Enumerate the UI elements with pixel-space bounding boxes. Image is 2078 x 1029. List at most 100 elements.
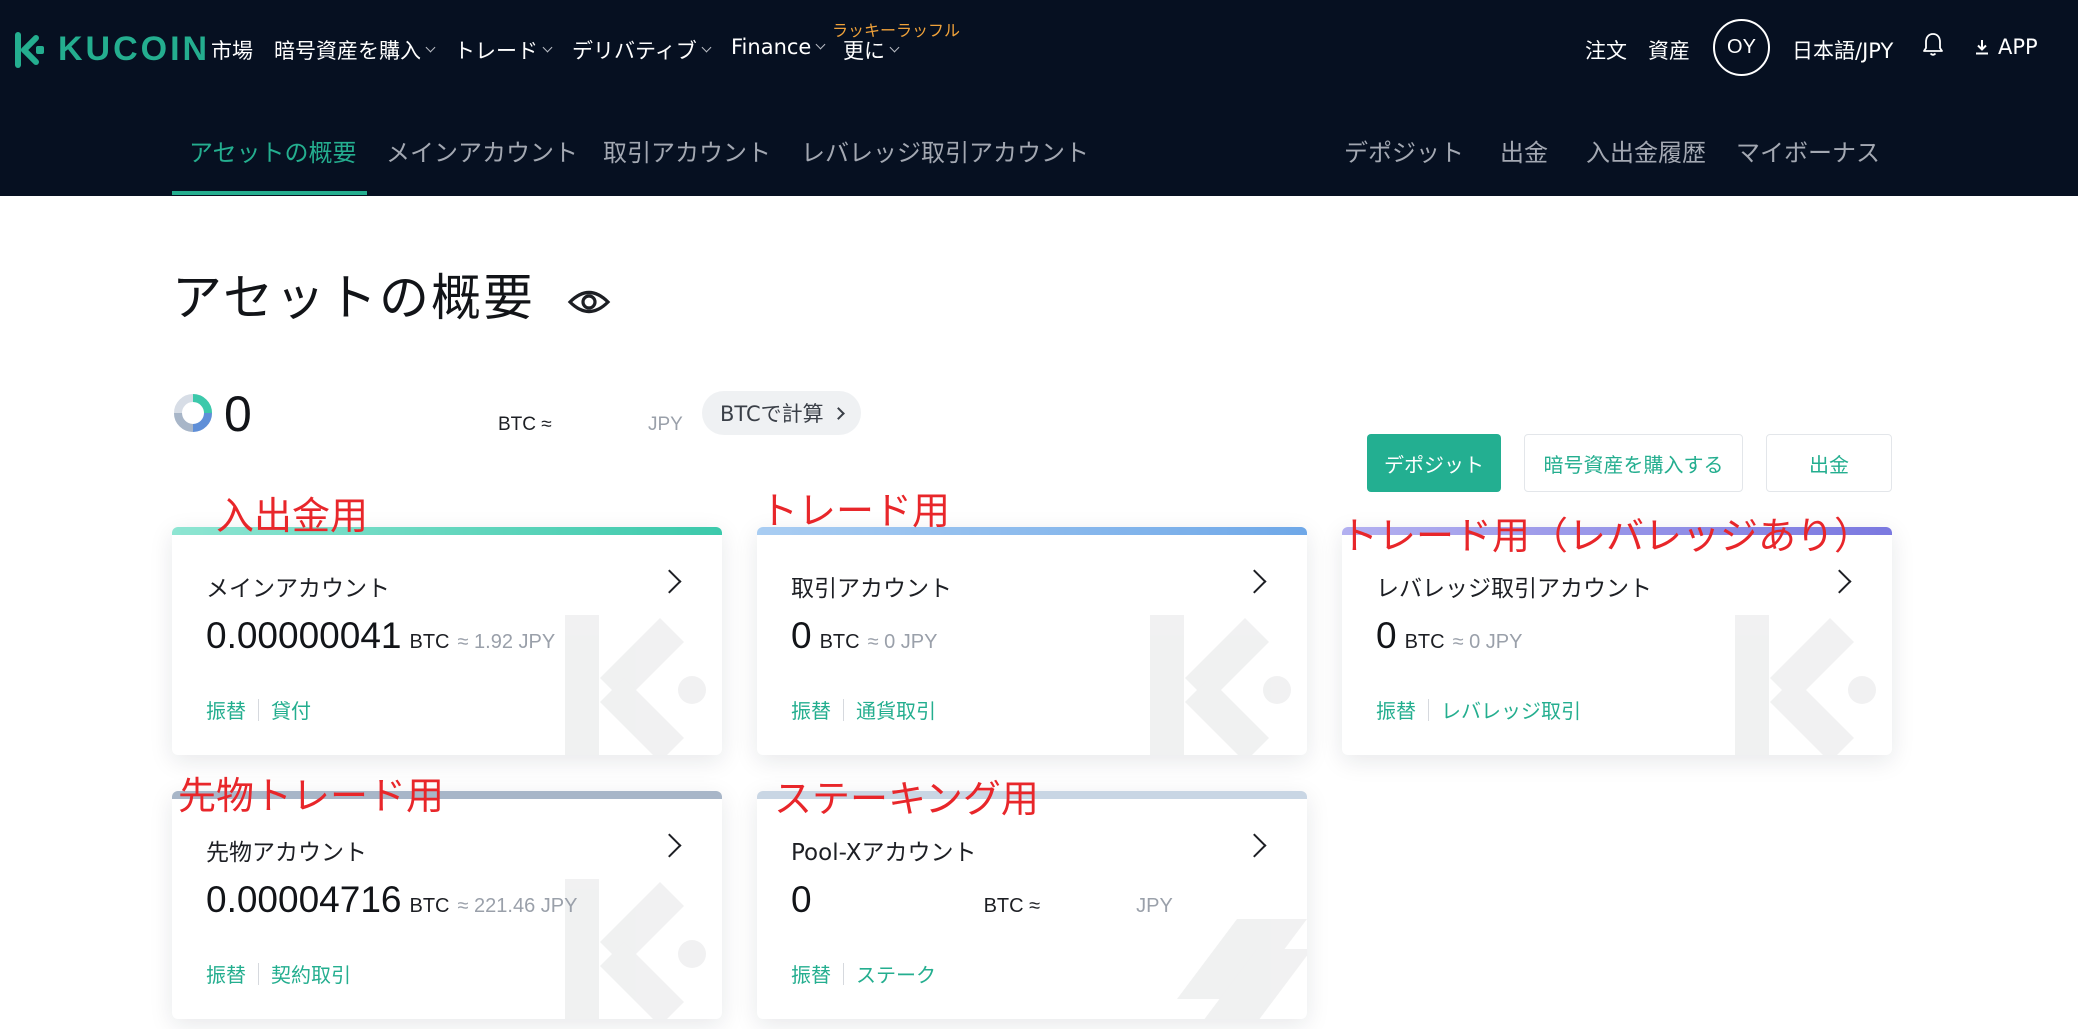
active-tab-indicator: [172, 191, 367, 195]
tab-asset-overview[interactable]: アセットの概要: [189, 133, 357, 168]
card-links: 振替 ステーク: [791, 959, 936, 988]
card-balance-value: 0: [791, 879, 812, 920]
nav-finance-label: Finance: [731, 35, 812, 59]
top-navigation-bar: KUCOIN 市場 暗号資産を購入 トレード デリバティブ Finance 更に…: [0, 0, 2078, 98]
card-balance-approx: ≈ 1.92 JPY: [457, 631, 556, 653]
annotation-deposit-withdraw: 入出金用: [216, 494, 369, 538]
chevron-right-icon[interactable]: [1827, 569, 1852, 594]
promo-badge[interactable]: ラッキーラッフル: [832, 17, 960, 41]
kucoin-logo[interactable]: KUCOIN: [12, 30, 210, 69]
chevron-down-icon: [701, 42, 712, 52]
link-divider: [258, 698, 259, 721]
card-links: 振替 契約取引: [206, 959, 351, 988]
page-title: アセットの概要: [172, 258, 611, 330]
card-balance-approx: ≈ 0 JPY: [867, 631, 938, 653]
transfer-link[interactable]: 振替: [791, 695, 831, 724]
link-divider: [1428, 698, 1429, 721]
card-title: Pool-Xアカウント: [791, 840, 977, 866]
deposit-button[interactable]: デポジット: [1367, 434, 1501, 492]
card-balance-unit: BTC: [409, 631, 450, 653]
subnav-history[interactable]: 入出金履歴: [1586, 133, 1706, 168]
eye-icon[interactable]: [567, 287, 611, 317]
card-title: レバレッジ取引アカウント: [1376, 576, 1652, 602]
assets-link[interactable]: 資産: [1648, 35, 1690, 65]
bell-icon[interactable]: [1921, 31, 1945, 61]
secondary-link[interactable]: 通貨取引: [856, 695, 936, 724]
asset-distribution-icon: [172, 392, 214, 438]
card-title: 先物アカウント: [206, 840, 367, 866]
total-jpy-unit: JPY: [648, 414, 683, 435]
chevron-down-icon: [815, 39, 826, 49]
subnav-deposit[interactable]: デポジット: [1344, 133, 1464, 168]
tab-margin-account[interactable]: レバレッジ取引アカウント: [801, 133, 1089, 168]
secondary-link[interactable]: ステーク: [856, 959, 936, 988]
total-btc-unit: BTC ≈: [498, 414, 552, 435]
tab-main-account[interactable]: メインアカウント: [386, 133, 578, 168]
card-balance-approx: ≈ 221.46 JPY: [457, 895, 578, 917]
chevron-right-icon[interactable]: [657, 833, 682, 858]
nav-buy-crypto[interactable]: 暗号資産を購入: [274, 35, 436, 65]
secondary-link[interactable]: 契約取引: [271, 959, 351, 988]
nav-finance[interactable]: Finance: [731, 35, 826, 59]
page-title-text: アセットの概要: [172, 269, 535, 327]
nav-market[interactable]: 市場: [211, 35, 253, 65]
kucoin-watermark-icon: [565, 879, 706, 1019]
secondary-link[interactable]: 貸付: [271, 695, 311, 724]
chevron-down-icon: [425, 42, 436, 52]
card-balance: 0.00000041 BTC ≈ 1.92 JPY: [206, 615, 555, 657]
subnav-bonus[interactable]: マイボーナス: [1736, 133, 1880, 168]
transfer-link[interactable]: 振替: [206, 959, 246, 988]
transfer-link[interactable]: 振替: [791, 959, 831, 988]
chevron-right-icon[interactable]: [657, 569, 682, 594]
main-account-card[interactable]: メインアカウント 0.00000041 BTC ≈ 1.92 JPY 振替 貸付: [172, 527, 722, 755]
withdraw-button[interactable]: 出金: [1766, 434, 1892, 492]
tab-trading-account[interactable]: 取引アカウント: [603, 133, 771, 168]
card-balance-unit: BTC: [409, 895, 450, 917]
transfer-link[interactable]: 振替: [206, 695, 246, 724]
card-links: 振替 レバレッジ取引: [1376, 695, 1581, 724]
annotation-staking: ステーキング用: [774, 777, 1039, 821]
poolx-account-card[interactable]: Pool-Xアカウント 0 BTC ≈ JPY 振替 ステーク: [757, 791, 1307, 1019]
link-divider: [843, 962, 844, 985]
total-balance: 0: [224, 386, 252, 442]
chevron-right-icon[interactable]: [1242, 833, 1267, 858]
card-balance-approx: ≈ 0 JPY: [1452, 631, 1523, 653]
chevron-right-icon[interactable]: [1242, 569, 1267, 594]
card-title: 取引アカウント: [791, 576, 952, 602]
futures-account-card[interactable]: 先物アカウント 0.00004716 BTC ≈ 221.46 JPY 振替 契約取引: [172, 791, 722, 1019]
nav-trade-label: トレード: [454, 39, 538, 63]
brand-name: KUCOIN: [58, 30, 211, 68]
chevron-right-icon: [831, 406, 845, 420]
sub-navigation-bar: アセットの概要 メインアカウント 取引アカウント レバレッジ取引アカウント デポ…: [0, 98, 2078, 196]
card-balance: 0.00004716 BTC ≈ 221.46 JPY: [206, 879, 577, 921]
transfer-link[interactable]: 振替: [1376, 695, 1416, 724]
kucoin-logo-icon: [15, 31, 44, 68]
card-balance-value: 0: [791, 615, 812, 656]
annotation-futures: 先物トレード用: [178, 774, 445, 818]
chevron-down-icon: [889, 42, 900, 52]
secondary-link[interactable]: レバレッジ取引: [1441, 695, 1581, 724]
nav-trade[interactable]: トレード: [454, 35, 553, 65]
card-balance-unit: BTC: [1404, 631, 1445, 653]
card-title: メインアカウント: [206, 576, 390, 602]
buy-crypto-button[interactable]: 暗号資産を購入する: [1524, 434, 1743, 492]
card-balance-approx: JPY: [1136, 895, 1173, 917]
trading-account-card[interactable]: 取引アカウント 0 BTC ≈ 0 JPY 振替 通貨取引: [757, 527, 1307, 755]
chevron-down-icon: [542, 42, 553, 52]
app-download-button[interactable]: APP: [1974, 35, 2038, 59]
avatar[interactable]: OY: [1713, 19, 1770, 76]
margin-account-card[interactable]: レバレッジ取引アカウント 0 BTC ≈ 0 JPY 振替 レバレッジ取引: [1342, 527, 1892, 755]
subnav-withdraw[interactable]: 出金: [1500, 133, 1548, 168]
card-links: 振替 貸付: [206, 695, 311, 724]
calc-in-btc-button[interactable]: BTCで計算: [702, 391, 861, 435]
card-balance-value: 0: [1376, 615, 1397, 656]
card-balance: 0 BTC ≈ 0 JPY: [1376, 615, 1522, 657]
locale-selector[interactable]: 日本語/JPY: [1792, 35, 1893, 65]
card-balance-value: 0.00000041: [206, 615, 402, 656]
nav-market-label: 市場: [211, 39, 253, 63]
nav-derivatives[interactable]: デリバティブ: [572, 35, 712, 65]
kucoin-watermark-icon: [1150, 615, 1291, 755]
orders-link[interactable]: 注文: [1585, 35, 1627, 65]
app-label: APP: [1998, 35, 2038, 59]
nav-derivatives-label: デリバティブ: [572, 39, 697, 63]
